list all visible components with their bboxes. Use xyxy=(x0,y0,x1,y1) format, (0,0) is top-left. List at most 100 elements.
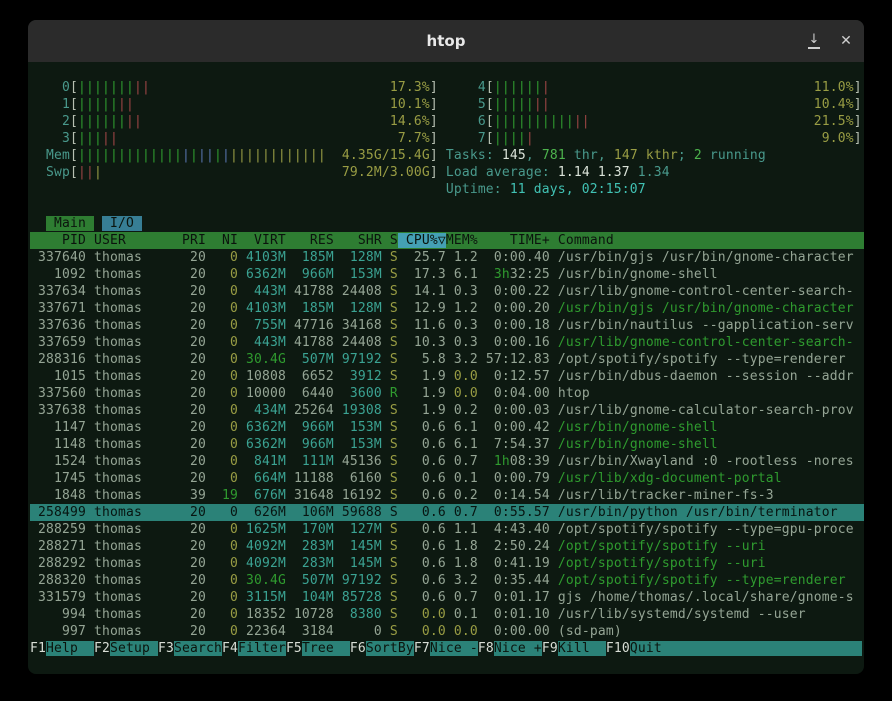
meter-label: 0 xyxy=(30,80,70,95)
fnkey-F7[interactable]: F7Nice - xyxy=(414,641,478,656)
cell-mem: 0.3 xyxy=(446,284,478,299)
column-header-pid[interactable]: PID xyxy=(30,233,86,248)
column-header-pri[interactable]: PRI xyxy=(182,233,206,248)
cell-virt: 4092M xyxy=(246,539,286,554)
process-row-selected-258499[interactable]: 258499 thomas 20 0 626M 106M 59688 S 0.6… xyxy=(30,504,864,521)
cell-cmd: gjs /home/thomas/.local/share/gnome-s xyxy=(558,590,854,605)
cell-mem: 0.0 xyxy=(446,624,478,639)
cell-time: 7:54.37 xyxy=(478,437,550,452)
close-button[interactable]: ✕ xyxy=(832,20,860,62)
tab-io[interactable]: I/O xyxy=(102,216,142,231)
process-row-1147[interactable]: 1147 thomas 20 0 6362M 966M 153M S 0.6 6… xyxy=(30,419,864,436)
cell-user: thomas xyxy=(94,624,182,639)
process-row-331579[interactable]: 331579 thomas 20 0 3115M 104M 85728 S 0.… xyxy=(30,589,864,606)
blank-line xyxy=(30,62,864,79)
process-row-288292[interactable]: 288292 thomas 20 0 4092M 283M 145M S 0.6… xyxy=(30,555,864,572)
fnkey-F8[interactable]: F8Nice + xyxy=(478,641,542,656)
fnkey-F10[interactable]: F10Quit xyxy=(606,641,862,656)
process-row-337638[interactable]: 337638 thomas 20 0 434M 25264 19308 S 1.… xyxy=(30,402,864,419)
process-row-337671[interactable]: 337671 thomas 20 0 4103M 185M 128M S 12.… xyxy=(30,300,864,317)
cell-virt: 10000 xyxy=(246,386,286,401)
cell-pri: 20 xyxy=(182,369,206,384)
meter-label: 3 xyxy=(30,131,70,146)
column-header-mem[interactable]: MEM% xyxy=(446,233,478,248)
process-row-288259[interactable]: 288259 thomas 20 0 1625M 170M 127M S 0.6… xyxy=(30,521,864,538)
cell-pid: 337636 xyxy=(30,318,86,333)
column-header-cmd[interactable]: Command xyxy=(550,233,614,248)
column-header-res[interactable]: RES xyxy=(286,233,334,248)
cell-time: 0:04.00 xyxy=(478,386,550,401)
cell-user: thomas xyxy=(94,573,182,588)
cell-cpu: 0.6 xyxy=(406,454,446,469)
cell-res: 111M xyxy=(294,454,334,469)
cell-cpu: 0.0 xyxy=(406,624,446,639)
process-row-1524[interactable]: 1524 thomas 20 0 841M 111M 45136 S 0.6 0… xyxy=(30,453,864,470)
cell-cpu: 5.8 xyxy=(406,352,446,367)
cell-pid: 994 xyxy=(30,607,86,622)
column-header-shr[interactable]: SHR xyxy=(334,233,382,248)
fnkey-F6[interactable]: F6SortBy xyxy=(350,641,414,656)
fnkey-F4[interactable]: F4Filter xyxy=(222,641,286,656)
process-row-997[interactable]: 997 thomas 20 0 22364 3184 0 S 0.0 0.0 0… xyxy=(30,623,864,640)
cell-ni: 0 xyxy=(214,454,238,469)
process-row-1148[interactable]: 1148 thomas 20 0 6362M 966M 153M S 0.6 6… xyxy=(30,436,864,453)
process-row-337560[interactable]: 337560 thomas 20 0 10000 6440 3600 R 1.9… xyxy=(30,385,864,402)
process-row-288271[interactable]: 288271 thomas 20 0 4092M 283M 145M S 0.6… xyxy=(30,538,864,555)
cell-res: 283M xyxy=(294,556,334,571)
process-row-1015[interactable]: 1015 thomas 20 0 10808 6652 3912 S 1.9 0… xyxy=(30,368,864,385)
process-row-337640[interactable]: 337640 thomas 20 0 4103M 185M 128M S 25.… xyxy=(30,249,864,266)
cell-mem: 1.2 xyxy=(446,250,478,265)
fnkey-F1[interactable]: F1Help xyxy=(30,641,94,656)
cell-shr: 3600 xyxy=(342,386,382,401)
cell-s: S xyxy=(390,335,398,350)
process-row-1848[interactable]: 1848 thomas 39 19 676M 31648 16192 S 0.6… xyxy=(30,487,864,504)
cell-shr: 153M xyxy=(342,267,382,282)
uptime-row: Uptime: 11 days, 02:15:07 xyxy=(30,181,864,198)
titlebar[interactable]: htop ↓ ✕ xyxy=(28,20,864,62)
cell-cmd: (sd-pam) xyxy=(558,624,622,639)
cell-res: 3184 xyxy=(294,624,334,639)
cell-pid: 1524 xyxy=(30,454,86,469)
cpu-meter-row-0: 0[||||||||| 17.3%] 4[||||||| 11.0%] xyxy=(30,79,864,96)
cell-virt: 664M xyxy=(246,471,286,486)
cell-user: thomas xyxy=(94,250,182,265)
cell-shr: 8380 xyxy=(342,607,382,622)
column-header-time[interactable]: TIME+ xyxy=(478,233,550,248)
cell-shr: 34168 xyxy=(342,318,382,333)
column-header-ni[interactable]: NI xyxy=(206,233,238,248)
cell-user: thomas xyxy=(94,369,182,384)
cell-res: 185M xyxy=(294,301,334,316)
tab-main[interactable]: Main xyxy=(46,216,94,231)
column-header-cpu[interactable]: CPU%▽ xyxy=(398,233,446,248)
process-row-337634[interactable]: 337634 thomas 20 0 443M 41788 24408 S 14… xyxy=(30,283,864,300)
cell-virt: 4092M xyxy=(246,556,286,571)
fnkey-F5[interactable]: F5Tree xyxy=(286,641,350,656)
process-row-1745[interactable]: 1745 thomas 20 0 664M 11188 6160 S 0.6 0… xyxy=(30,470,864,487)
process-row-288316[interactable]: 288316 thomas 20 0 30.4G 507M 97192 S 5.… xyxy=(30,351,864,368)
cell-pid: 337671 xyxy=(30,301,86,316)
cell-cmd: /usr/bin/dbus-daemon --session --addr xyxy=(558,369,854,384)
column-header-s[interactable]: S xyxy=(382,233,398,248)
process-row-288320[interactable]: 288320 thomas 20 0 30.4G 507M 97192 S 0.… xyxy=(30,572,864,589)
cell-user: thomas xyxy=(94,352,182,367)
column-header-virt[interactable]: VIRT xyxy=(238,233,286,248)
process-row-1092[interactable]: 1092 thomas 20 0 6362M 966M 153M S 17.3 … xyxy=(30,266,864,283)
cell-pri: 20 xyxy=(182,386,206,401)
cell-cpu: 0.6 xyxy=(406,505,446,520)
cell-cmd: /opt/spotify/spotify --type=renderer xyxy=(558,352,846,367)
meter-value: 10.1% xyxy=(390,97,430,112)
column-header-user[interactable]: USER xyxy=(86,233,182,248)
download-button[interactable]: ↓ xyxy=(800,20,828,62)
process-row-337659[interactable]: 337659 thomas 20 0 443M 41788 24408 S 10… xyxy=(30,334,864,351)
cell-s: S xyxy=(390,369,398,384)
fnkey-F9[interactable]: F9Kill xyxy=(542,641,606,656)
cell-pid: 288271 xyxy=(30,539,86,554)
cell-virt: 10808 xyxy=(246,369,286,384)
fnkey-F3[interactable]: F3Search xyxy=(158,641,222,656)
process-row-337636[interactable]: 337636 thomas 20 0 755M 47716 34168 S 11… xyxy=(30,317,864,334)
cell-mem: 0.7 xyxy=(446,454,478,469)
cell-cpu: 0.6 xyxy=(406,590,446,605)
process-row-994[interactable]: 994 thomas 20 0 18352 10728 8380 S 0.0 0… xyxy=(30,606,864,623)
fnkey-F2[interactable]: F2Setup xyxy=(94,641,158,656)
cell-shr: 59688 xyxy=(342,505,382,520)
